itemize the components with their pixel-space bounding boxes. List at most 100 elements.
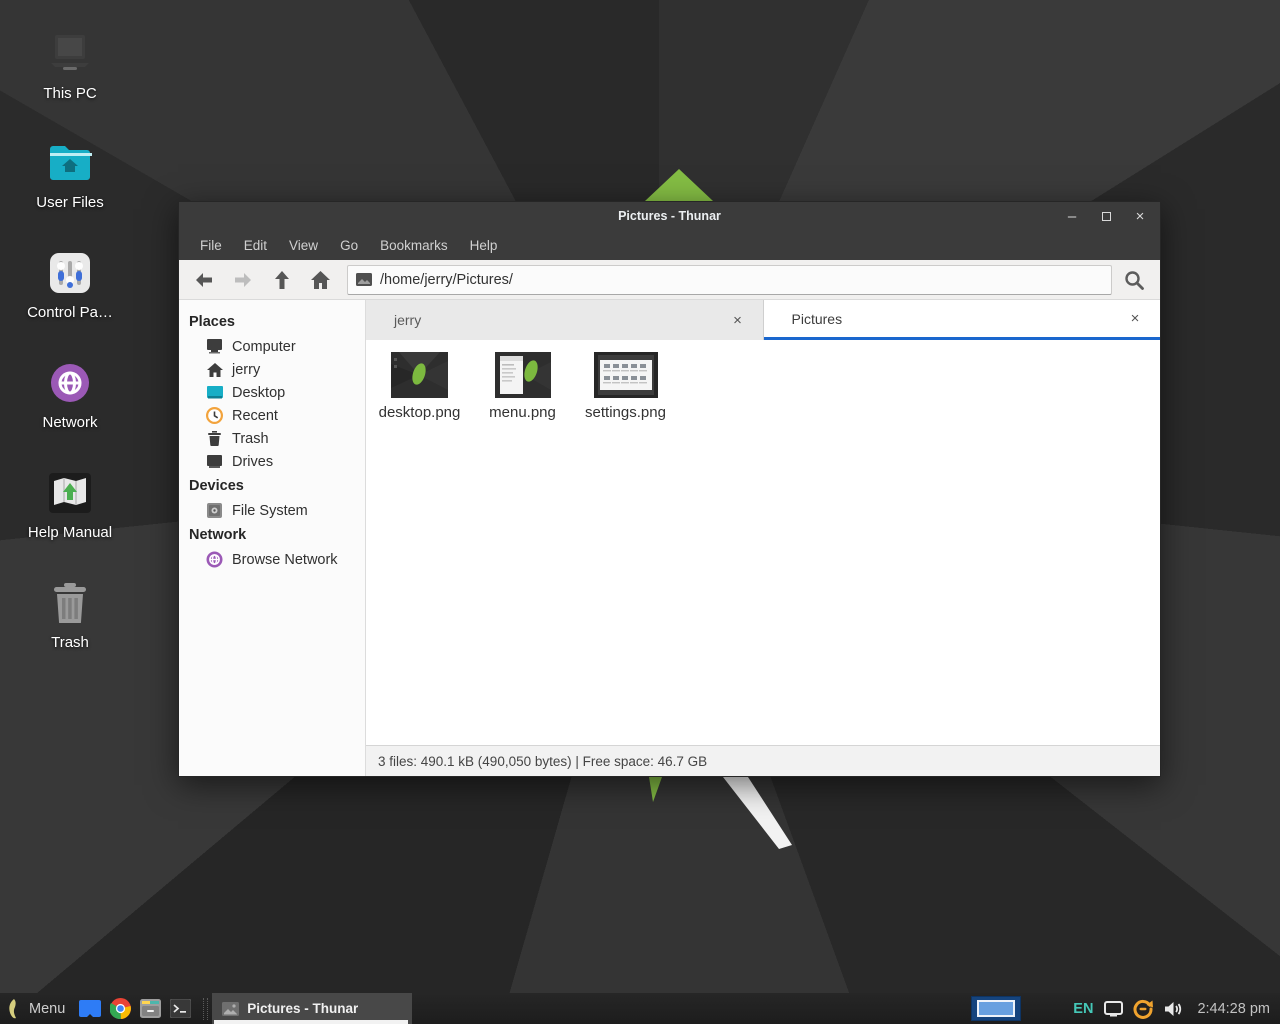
- workspace-pager[interactable]: [971, 996, 1021, 1021]
- help-manual-icon: [46, 469, 94, 517]
- task-button-thunar[interactable]: Pictures - Thunar: [212, 993, 412, 1024]
- path-text: /home/jerry/Pictures/: [380, 272, 513, 288]
- status-bar: 3 files: 490.1 kB (490,050 bytes) | Free…: [366, 745, 1160, 776]
- terminal-icon: [170, 999, 191, 1018]
- desktop-icon-network[interactable]: Network: [14, 359, 126, 431]
- tab-close-icon[interactable]: ×: [727, 309, 749, 331]
- close-button[interactable]: ×: [1130, 206, 1150, 226]
- file-name: menu.png: [489, 404, 556, 421]
- tab-label: Pictures: [792, 311, 1125, 327]
- menu-view[interactable]: View: [278, 233, 329, 258]
- forward-arrow-icon: [233, 272, 253, 288]
- menu-help[interactable]: Help: [459, 233, 509, 258]
- file-name: desktop.png: [379, 404, 461, 421]
- toolbar: /home/jerry/Pictures/: [179, 260, 1160, 300]
- sidebar-item-label: Desktop: [232, 385, 285, 401]
- titlebar[interactable]: Pictures - Thunar – ×: [179, 202, 1160, 230]
- system-tray: EN 2:44:28 pm: [1073, 999, 1280, 1019]
- task-image-icon: [222, 1002, 239, 1016]
- sidebar-item-browse-network[interactable]: Browse Network: [179, 548, 365, 571]
- sidebar: Places Computer jerry Desktop: [179, 300, 366, 776]
- up-button[interactable]: [263, 264, 300, 296]
- tab-close-icon[interactable]: ×: [1124, 308, 1146, 330]
- menu-button[interactable]: Menu: [0, 993, 75, 1024]
- taskbar-handle: [203, 998, 208, 1020]
- desktop-icon-label: Trash: [51, 634, 89, 651]
- maximize-button[interactable]: [1096, 206, 1116, 226]
- sidebar-item-label: Drives: [232, 454, 273, 470]
- sidebar-header-devices: Devices: [179, 473, 365, 499]
- sidebar-item-desktop[interactable]: Desktop: [179, 381, 365, 404]
- menu-button-label: Menu: [29, 1001, 65, 1017]
- desktop-icon-help-manual[interactable]: Help Manual: [14, 469, 126, 541]
- menu-edit[interactable]: Edit: [233, 233, 278, 258]
- desktop-icon-label: This PC: [43, 85, 96, 102]
- thunar-window: Pictures - Thunar – × File Edit View Go …: [178, 201, 1161, 777]
- sidebar-item-drives[interactable]: Drives: [179, 450, 365, 473]
- tab-pictures[interactable]: Pictures ×: [764, 300, 1161, 340]
- file-settings-png[interactable]: settings.png: [574, 346, 677, 421]
- window-title: Pictures - Thunar: [179, 209, 1160, 223]
- file-icon-view[interactable]: desktop.png: [366, 340, 1160, 745]
- sidebar-item-label: Trash: [232, 431, 269, 447]
- show-desktop-launcher[interactable]: [75, 993, 105, 1024]
- up-arrow-icon: [274, 270, 290, 290]
- sidebar-item-computer[interactable]: Computer: [179, 335, 365, 358]
- sidebar-item-jerry[interactable]: jerry: [179, 358, 365, 381]
- update-manager-icon[interactable]: [1133, 999, 1153, 1019]
- search-button[interactable]: [1114, 264, 1154, 296]
- show-desktop-icon: [79, 1000, 101, 1017]
- hard-disk-icon: [206, 502, 223, 519]
- trash-icon: [46, 579, 94, 627]
- sidebar-item-label: jerry: [232, 362, 260, 378]
- clock[interactable]: 2:44:28 pm: [1197, 1001, 1270, 1017]
- tab-label: jerry: [394, 312, 727, 328]
- minimize-button[interactable]: –: [1062, 206, 1082, 226]
- image-file-icon: [356, 273, 372, 286]
- sidebar-header-places: Places: [179, 309, 365, 335]
- taskbar: Menu: [0, 993, 1280, 1024]
- desktop-icon-user-files[interactable]: User Files: [14, 139, 126, 211]
- file-menu-png[interactable]: menu.png: [471, 346, 574, 421]
- home-button[interactable]: [302, 264, 339, 296]
- sidebar-item-trash[interactable]: Trash: [179, 427, 365, 450]
- control-panel-icon: [46, 249, 94, 297]
- back-button[interactable]: [185, 264, 222, 296]
- desktop-icon-trash[interactable]: Trash: [14, 579, 126, 651]
- desktop-folder-icon: [206, 384, 223, 401]
- desktop-icon-control-panel[interactable]: Control Pa…: [14, 249, 126, 321]
- network-small-icon: [206, 551, 223, 568]
- recent-clock-icon: [206, 407, 223, 424]
- desktop-icon-label: Help Manual: [28, 524, 112, 541]
- status-text: 3 files: 490.1 kB (490,050 bytes) | Free…: [378, 754, 707, 769]
- this-pc-icon: [46, 30, 94, 78]
- tab-jerry[interactable]: jerry ×: [366, 300, 764, 340]
- task-button-label: Pictures - Thunar: [247, 1001, 358, 1016]
- keyboard-layout-indicator[interactable]: EN: [1073, 1001, 1093, 1017]
- path-field[interactable]: /home/jerry/Pictures/: [347, 265, 1112, 295]
- sidebar-item-label: File System: [232, 503, 308, 519]
- maximize-icon: [1102, 212, 1111, 221]
- mint-menu-icon: [8, 999, 21, 1019]
- menu-go[interactable]: Go: [329, 233, 369, 258]
- desktop-icon-label: User Files: [36, 194, 104, 211]
- network-globe-icon: [46, 359, 94, 407]
- file-desktop-png[interactable]: desktop.png: [368, 346, 471, 421]
- file-manager-launcher[interactable]: [135, 993, 165, 1024]
- volume-icon[interactable]: [1163, 999, 1183, 1019]
- menu-bookmarks[interactable]: Bookmarks: [369, 233, 459, 258]
- desktop-icon-this-pc[interactable]: This PC: [14, 30, 126, 102]
- terminal-launcher[interactable]: [165, 993, 195, 1024]
- menubar: File Edit View Go Bookmarks Help: [179, 230, 1160, 260]
- chrome-launcher[interactable]: [105, 993, 135, 1024]
- menu-file[interactable]: File: [189, 233, 233, 258]
- desktop-icon-label: Network: [42, 414, 97, 431]
- sidebar-item-file-system[interactable]: File System: [179, 499, 365, 522]
- sidebar-item-recent[interactable]: Recent: [179, 404, 365, 427]
- sidebar-item-label: Browse Network: [232, 552, 338, 568]
- display-tray-icon[interactable]: [1103, 999, 1123, 1019]
- file-thumbnail-settings: [594, 350, 658, 398]
- file-thumbnail-desktop: [391, 350, 448, 398]
- forward-button[interactable]: [224, 264, 261, 296]
- file-name: settings.png: [585, 404, 666, 421]
